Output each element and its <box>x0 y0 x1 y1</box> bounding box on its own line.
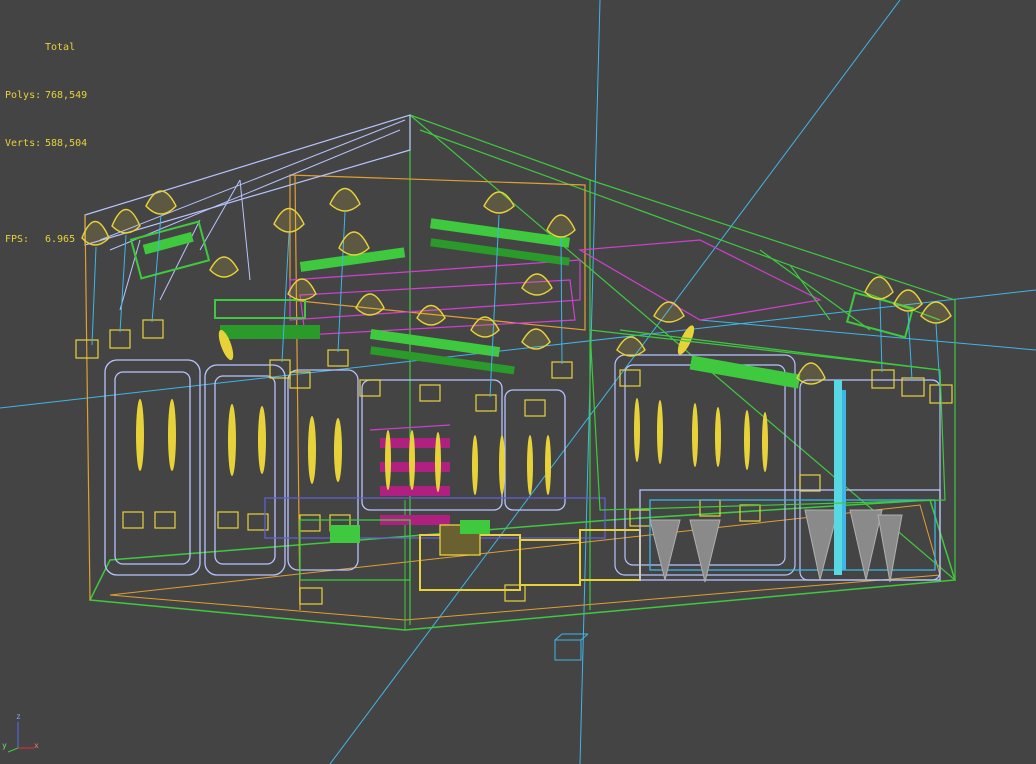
verts-label: Verts: <box>5 138 42 149</box>
axis-z-label: z <box>16 712 21 721</box>
3d-viewport[interactable] <box>0 0 1036 764</box>
polys-value: 768,549 <box>45 90 88 101</box>
viewport-statistics: Total Polys: 768,549 Verts: 588,504 FPS: 6.… <box>5 8 87 264</box>
polys-label: Polys: <box>5 90 42 101</box>
axis-x-label: x <box>34 741 39 750</box>
fps-value: 6.965 <box>45 234 76 245</box>
guide-lines <box>0 0 1036 764</box>
axis-y-label: y <box>2 741 7 750</box>
header-bands <box>289 239 822 431</box>
cyan-pillar <box>834 380 846 575</box>
signage-panels <box>129 218 915 389</box>
verts-row: Verts: 588,504 <box>5 136 87 152</box>
canopy-wireframe <box>99 119 406 311</box>
stats-header: Total <box>45 42 76 53</box>
fps-row: FPS: 6.965 <box>5 232 87 248</box>
axis-tripod-icon: z x y <box>2 712 42 756</box>
verts-value: 588,504 <box>45 138 88 149</box>
polys-row: Polys: 768,549 <box>5 88 87 104</box>
fps-label: FPS: <box>5 234 30 245</box>
